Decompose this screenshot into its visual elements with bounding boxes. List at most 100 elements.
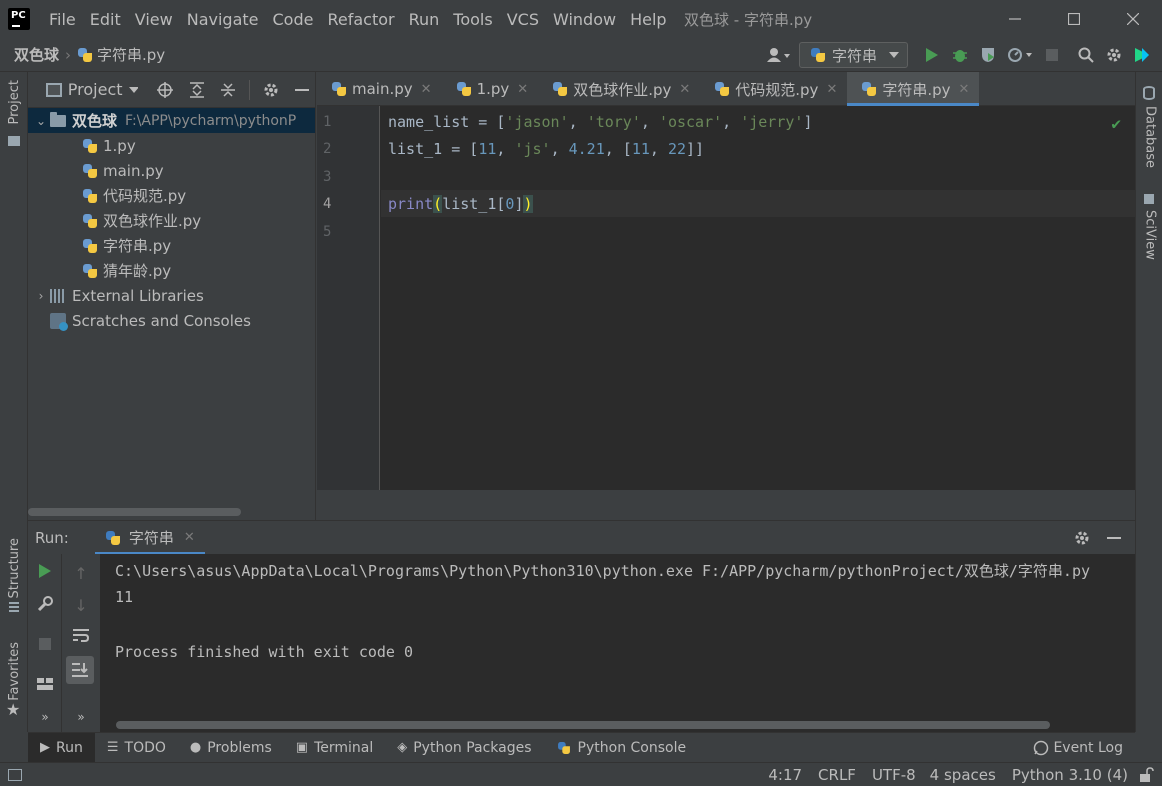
line-separator[interactable]: CRLF <box>818 766 856 784</box>
breadcrumb-project[interactable]: 双色球 <box>14 44 59 65</box>
menu-help[interactable]: Help <box>623 10 673 29</box>
sciview-tool-tab[interactable]: SciView <box>1136 210 1162 260</box>
event-log-button[interactable]: Event Log <box>1033 733 1123 763</box>
user-account-button[interactable] <box>759 41 799 69</box>
tree-file-strings[interactable]: 字符串.py <box>28 233 315 258</box>
search-everywhere-button[interactable] <box>1072 41 1100 69</box>
project-options-button[interactable] <box>258 77 284 103</box>
tab-code-style[interactable]: 代码规范.py ✕ <box>700 72 847 106</box>
menu-window[interactable]: Window <box>546 10 623 29</box>
chevron-down-icon[interactable] <box>128 86 139 93</box>
menu-file[interactable]: File <box>42 10 83 29</box>
tool-window-todo[interactable]: ☰ TODO <box>95 733 178 763</box>
hide-panel-button[interactable] <box>289 77 315 103</box>
project-tool-tab[interactable]: Project <box>0 80 28 124</box>
run-panel-options-button[interactable] <box>1069 525 1095 551</box>
run-console-output[interactable]: C:\Users\asus\AppData\Local\Programs\Pyt… <box>100 554 1135 732</box>
run-tab-strings[interactable]: 字符串 ✕ <box>94 521 205 555</box>
chevron-down-icon[interactable]: ⌄ <box>32 114 50 128</box>
line-number-gutter[interactable]: 1 2 3 4 5 <box>317 106 380 490</box>
run-button[interactable] <box>918 41 946 69</box>
rerun-button[interactable] <box>28 564 62 578</box>
run-configuration-select[interactable]: 字符串 <box>798 42 908 68</box>
tab-1py[interactable]: 1.py ✕ <box>442 72 539 106</box>
edit-configuration-button[interactable] <box>28 596 62 612</box>
tree-file-homework[interactable]: 双色球作业.py <box>28 208 315 233</box>
tree-file-1py[interactable]: 1.py <box>28 133 315 158</box>
menu-refactor[interactable]: Refactor <box>320 10 401 29</box>
structure-icon <box>9 602 19 612</box>
hide-run-panel-button[interactable] <box>1101 525 1127 551</box>
tab-homework[interactable]: 双色球作业.py ✕ <box>538 72 700 106</box>
favorites-tool-tab[interactable]: Favorites <box>0 642 28 701</box>
debug-button[interactable] <box>946 41 974 69</box>
tool-window-terminal[interactable]: ▣ Terminal <box>284 733 385 763</box>
python-interpreter[interactable]: Python 3.10 (4) <box>1012 766 1128 784</box>
database-tool-tab[interactable]: Database <box>1136 106 1162 168</box>
scroll-to-end-button[interactable] <box>66 656 94 684</box>
tab-mainpy[interactable]: main.py ✕ <box>317 72 442 106</box>
tab-strings-active[interactable]: 字符串.py ✕ <box>847 72 980 106</box>
restore-layout-button[interactable] <box>28 678 62 690</box>
caret-position[interactable]: 4:17 <box>768 766 802 784</box>
tree-external-libraries[interactable]: › External Libraries <box>28 283 315 308</box>
breadcrumb-file[interactable]: 字符串.py <box>97 44 165 65</box>
tool-window-python-packages[interactable]: ◈ Python Packages <box>385 733 543 763</box>
tool-window-problems[interactable]: ● Problems <box>178 733 284 763</box>
menu-navigate[interactable]: Navigate <box>180 10 266 29</box>
tool-window-run[interactable]: ▶ Run <box>28 732 95 763</box>
close-tab-icon[interactable]: ✕ <box>959 82 970 97</box>
run-with-coverage-button[interactable] <box>974 41 1002 69</box>
libraries-icon <box>50 288 66 303</box>
close-window-button[interactable] <box>1110 4 1156 34</box>
tree-file-code-style[interactable]: 代码规范.py <box>28 183 315 208</box>
profile-button[interactable] <box>1002 41 1038 69</box>
tree-file-mainpy[interactable]: main.py <box>28 158 315 183</box>
project-horizontal-scrollbar[interactable] <box>28 508 241 516</box>
close-tab-icon[interactable]: ✕ <box>679 82 690 97</box>
toggle-tool-windows-icon[interactable] <box>8 768 22 781</box>
favorites-tool-tab-label: Favorites <box>6 642 22 701</box>
stop-run-button[interactable] <box>28 638 62 650</box>
chevron-right-icon[interactable]: › <box>32 289 50 303</box>
tool-window-python-console[interactable]: Python Console <box>544 733 699 763</box>
structure-tool-tab[interactable]: Structure <box>0 538 28 598</box>
menu-tools[interactable]: Tools <box>446 10 499 29</box>
collapse-all-button[interactable] <box>215 77 241 103</box>
soft-wrap-button[interactable] <box>64 628 98 642</box>
console-horizontal-scrollbar[interactable] <box>116 721 1050 729</box>
inspection-ok-check-icon[interactable]: ✔ <box>1111 114 1121 133</box>
locate-file-button[interactable] <box>152 77 178 103</box>
code-token: , <box>640 113 659 131</box>
more-actions-icon[interactable]: » <box>64 710 98 724</box>
menu-run[interactable]: Run <box>402 10 447 29</box>
code-editor[interactable]: 1 2 3 4 5 name_list = ['jason', 'tory', … <box>317 106 1135 490</box>
tree-scratches[interactable]: Scratches and Consoles <box>28 308 315 333</box>
scratches-icon <box>50 312 68 331</box>
tree-root-folder[interactable]: ⌄ 双色球 F:\APP\pycharm\pythonP <box>28 108 315 133</box>
menu-view[interactable]: View <box>128 10 180 29</box>
indent-setting[interactable]: 4 spaces <box>930 766 996 784</box>
more-actions-icon[interactable]: » <box>28 710 62 724</box>
settings-button[interactable] <box>1100 41 1128 69</box>
unlock-icon[interactable] <box>1138 767 1154 783</box>
close-tab-icon[interactable]: ✕ <box>184 530 195 545</box>
jetbrains-ai-button[interactable] <box>1128 41 1156 69</box>
scroll-down-arrow-icon[interactable]: ↓ <box>64 596 98 615</box>
menu-vcs[interactable]: VCS <box>500 10 546 29</box>
stop-button[interactable] <box>1038 41 1066 69</box>
code-token: , <box>722 113 741 131</box>
menu-edit[interactable]: Edit <box>83 10 128 29</box>
scroll-up-arrow-icon[interactable]: ↑ <box>64 564 98 583</box>
project-view-select[interactable]: Project <box>68 80 123 99</box>
menu-code[interactable]: Code <box>266 10 321 29</box>
tree-file-guess-age[interactable]: 猜年龄.py <box>28 258 315 283</box>
maximize-button[interactable] <box>1051 4 1097 34</box>
close-tab-icon[interactable]: ✕ <box>826 82 837 97</box>
minimize-button[interactable] <box>992 4 1038 34</box>
file-encoding[interactable]: UTF-8 <box>872 766 916 784</box>
close-tab-icon[interactable]: ✕ <box>517 82 528 97</box>
expand-all-button[interactable] <box>184 77 210 103</box>
console-line-command: C:\Users\asus\AppData\Local\Programs\Pyt… <box>115 562 1091 580</box>
close-tab-icon[interactable]: ✕ <box>421 82 432 97</box>
